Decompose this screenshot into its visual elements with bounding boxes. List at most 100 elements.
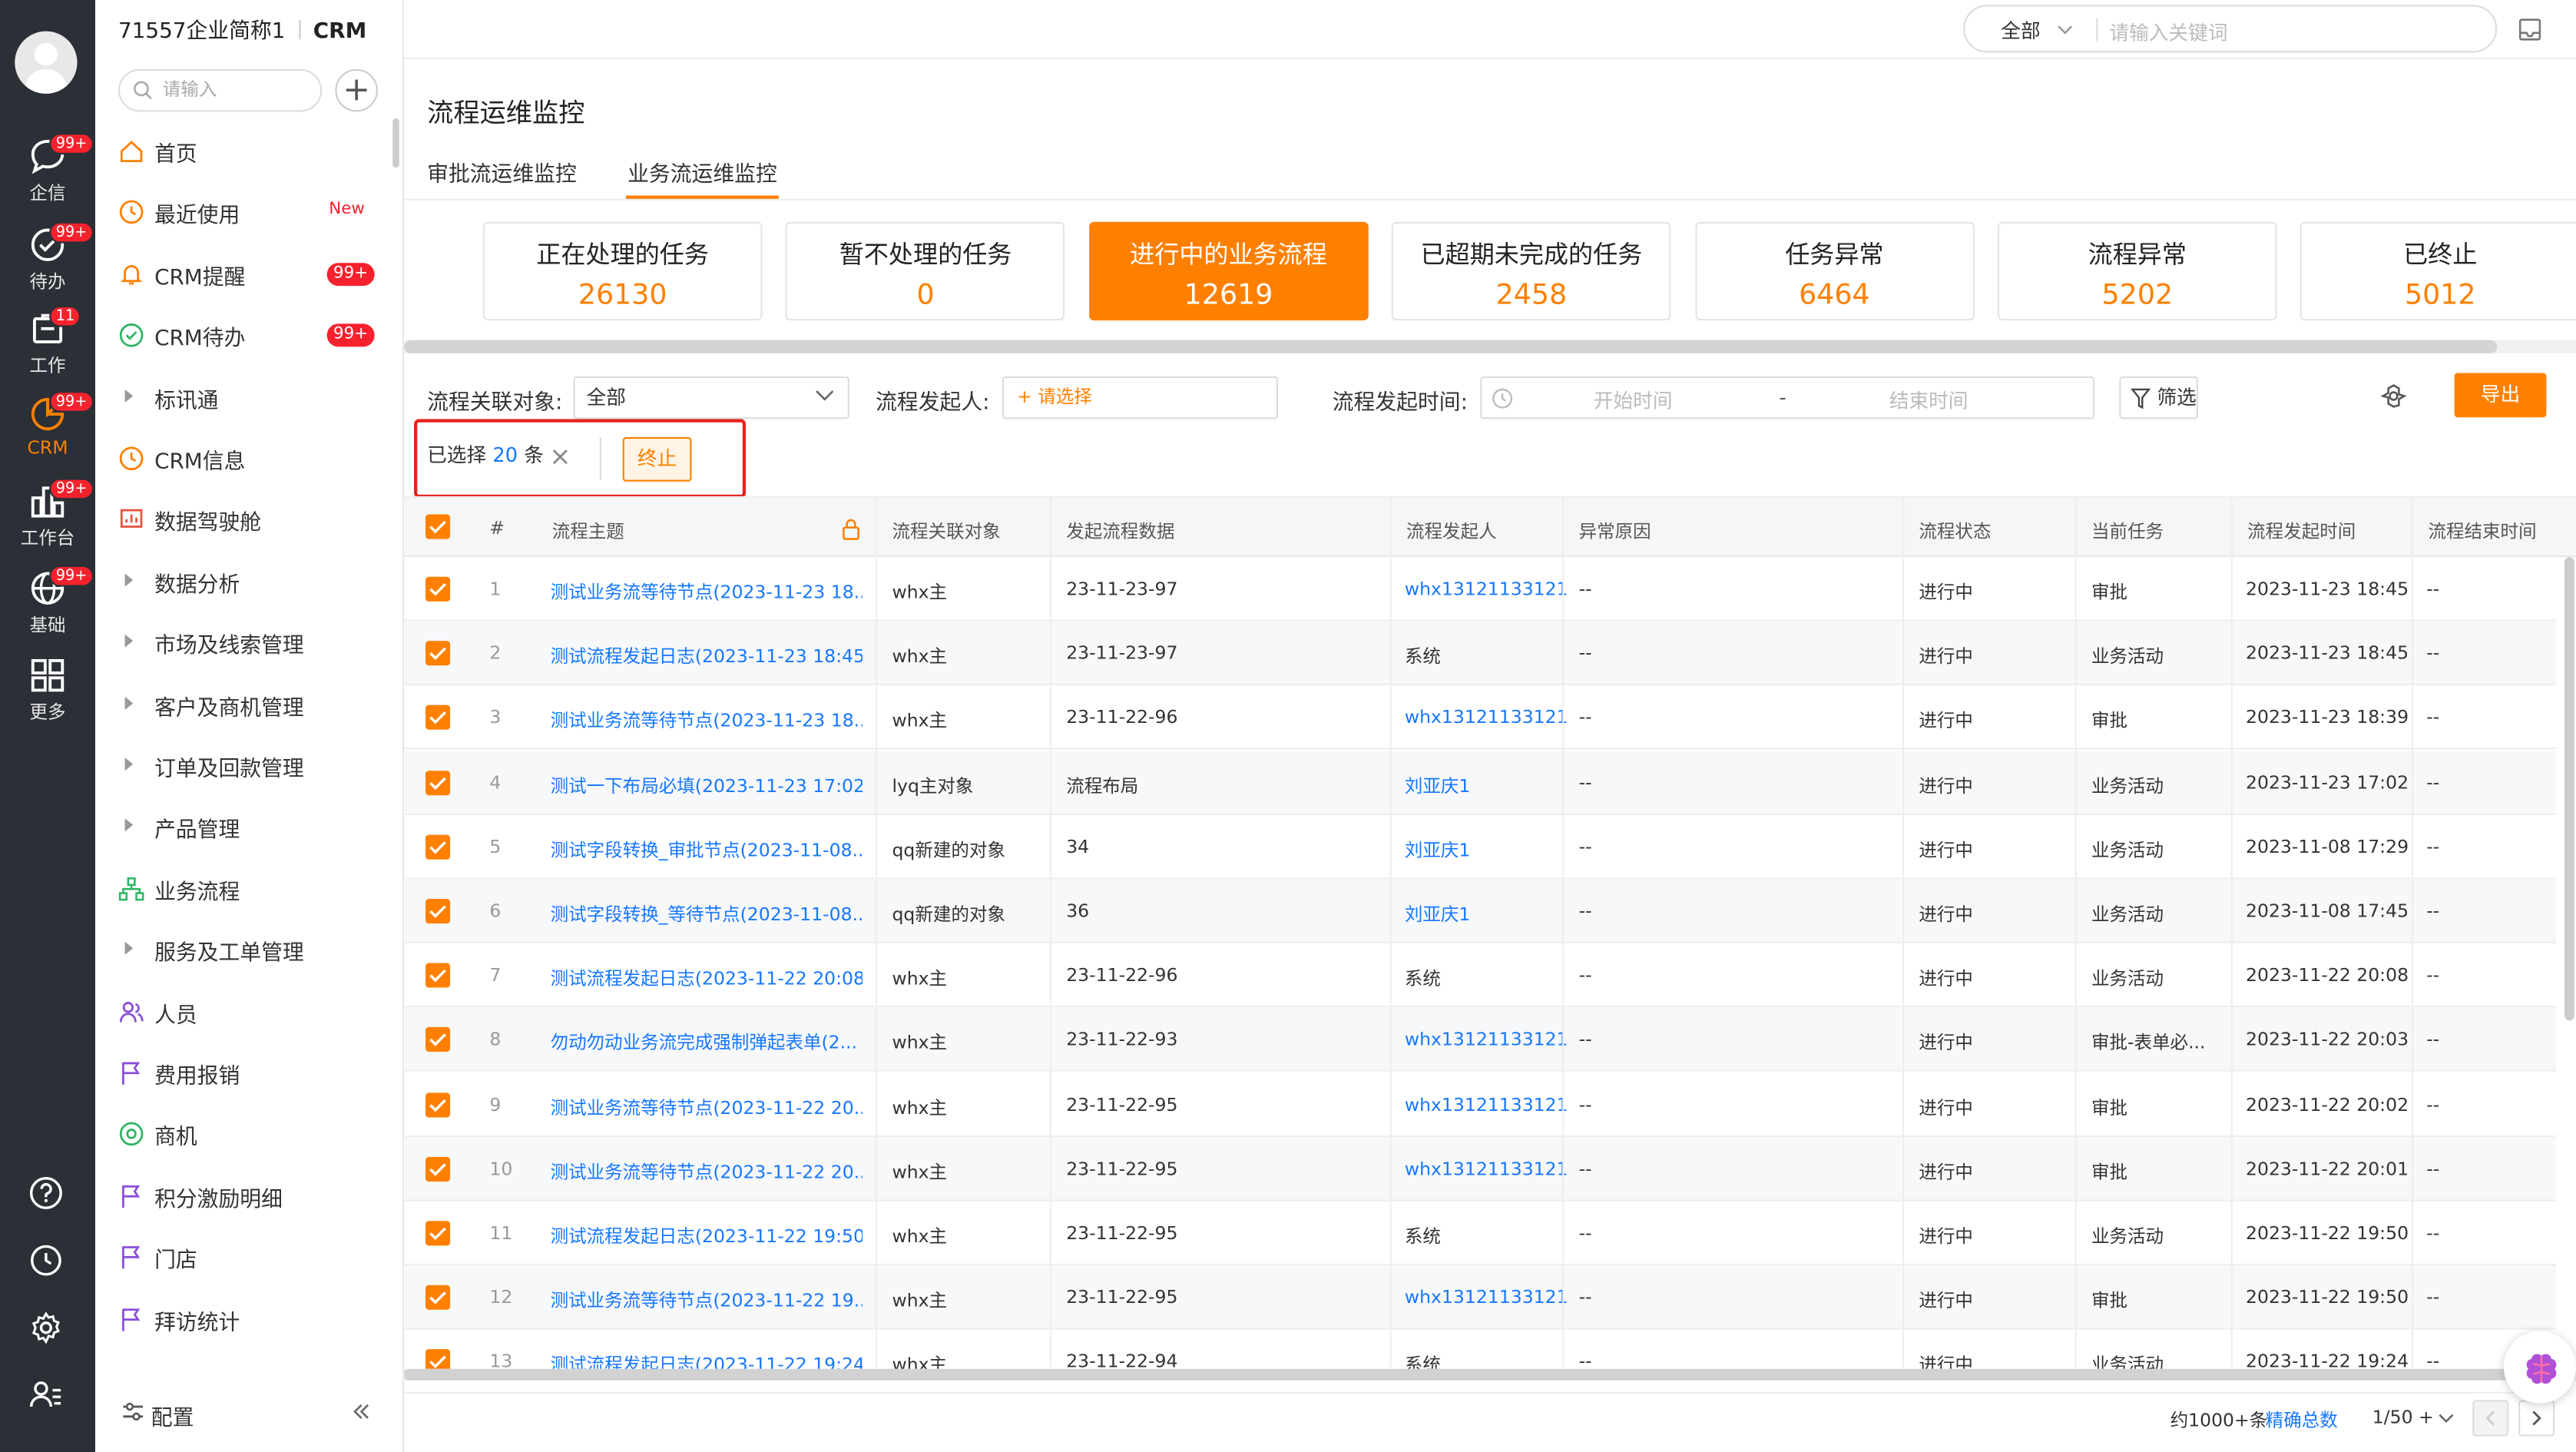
object-filter-select[interactable]: 全部 <box>573 376 849 419</box>
row-checkbox[interactable] <box>425 770 451 795</box>
col-task[interactable]: 当前任务 <box>2091 518 2164 544</box>
nav-item-11[interactable]: 产品管理 <box>95 797 401 857</box>
nav-item-13[interactable]: 服务及工单管理 <box>95 920 401 980</box>
nav-item-5[interactable]: CRM信息 <box>95 429 401 488</box>
stat-card-5[interactable]: 流程异常 5202 <box>1998 221 2277 321</box>
table-row[interactable]: 2 测试流程发起日志(2023-11-23 18:45) whx主 23-11-23-… <box>404 621 2557 686</box>
row-initiator[interactable]: whx13121133121 <box>1405 708 1568 729</box>
col-status[interactable]: 流程状态 <box>1919 518 1991 544</box>
inbox-icon[interactable] <box>2517 16 2543 42</box>
col-initiator[interactable]: 流程发起人 <box>1406 518 1497 544</box>
row-initiator[interactable]: whx13121133121 <box>1405 1094 1568 1116</box>
row-checkbox[interactable] <box>425 641 451 666</box>
next-page-button[interactable] <box>2518 1400 2555 1437</box>
row-subject[interactable]: 测试字段转换_审批节点(2023-11-08... <box>551 836 863 862</box>
col-object[interactable]: 流程关联对象 <box>892 518 1000 544</box>
table-row[interactable]: 3 测试业务流等待节点(2023-11-23 18... whx主 23-11-22-… <box>404 686 2557 751</box>
column-settings-icon[interactable] <box>2380 383 2410 413</box>
global-search[interactable]: 全部 请输入关键词 <box>1963 5 2498 53</box>
row-subject[interactable]: 测试流程发起日志(2023-11-23 18:45) <box>551 643 863 669</box>
row-initiator[interactable]: 刘亚庆1 <box>1405 771 1471 797</box>
row-subject[interactable]: 测试业务流等待节点(2023-11-23 18... <box>551 578 863 605</box>
rail-item-2[interactable]: 工作 11 <box>0 305 95 391</box>
row-initiator[interactable]: 刘亚庆1 <box>1405 836 1471 862</box>
add-button[interactable]: + <box>335 68 378 112</box>
row-checkbox[interactable] <box>425 1092 451 1117</box>
initiator-filter-input[interactable]: + 请选择 <box>1002 376 1279 419</box>
help-icon[interactable] <box>28 1175 67 1214</box>
rail-item-4[interactable]: 工作台 99+ <box>0 478 95 564</box>
start-date-placeholder[interactable]: 开始时间 <box>1594 386 1673 414</box>
stat-card-1[interactable]: 暂不处理的任务 0 <box>786 221 1065 321</box>
nav-item-17[interactable]: 积分激励明细 <box>95 1166 401 1225</box>
filter-button[interactable]: 筛选 <box>2119 376 2198 419</box>
history-icon[interactable] <box>28 1242 67 1281</box>
table-row[interactable]: 8 勿动勿动业务流完成强制弹起表单(2... whx主 23-11-22-93 whx1… <box>404 1008 2557 1072</box>
nav-item-3[interactable]: CRM待办 99+ <box>95 306 401 365</box>
row-subject[interactable]: 测试字段转换_等待节点(2023-11-08... <box>551 900 863 927</box>
prev-page-button[interactable] <box>2472 1400 2509 1437</box>
nav-item-10[interactable]: 订单及回款管理 <box>95 736 401 795</box>
select-all-checkbox[interactable] <box>425 514 451 539</box>
table-row[interactable]: 6 测试字段转换_等待节点(2023-11-08... qq新建的对象 36 刘亚庆1 -… <box>404 879 2557 943</box>
exact-count-link[interactable]: 精确总数 <box>2266 1407 2338 1433</box>
nav-item-7[interactable]: 数据分析 <box>95 552 401 611</box>
row-checkbox[interactable] <box>425 1156 451 1182</box>
row-checkbox[interactable] <box>425 1221 451 1246</box>
col-subject[interactable]: 流程主题 <box>552 518 624 544</box>
config-label[interactable]: 配置 <box>151 1400 194 1431</box>
row-subject[interactable]: 测试业务流等待节点(2023-11-23 18... <box>551 708 863 734</box>
row-checkbox[interactable] <box>425 1285 451 1311</box>
table-horizontal-scrollbar[interactable] <box>404 1368 2576 1381</box>
chevron-down-icon[interactable] <box>2438 1414 2454 1425</box>
row-checkbox[interactable] <box>425 576 451 602</box>
nav-item-2[interactable]: CRM提醒 99+ <box>95 244 401 303</box>
export-button[interactable]: 导出 <box>2454 373 2547 418</box>
row-subject[interactable]: 测试流程发起日志(2023-11-22 20:08) <box>551 965 863 991</box>
search-scope-select[interactable]: 全部 <box>2001 16 2040 44</box>
nav-item-12[interactable]: 业务流程 <box>95 859 401 918</box>
tab-approval-flow[interactable]: 审批流运维监控 <box>427 156 577 187</box>
row-checkbox[interactable] <box>425 899 451 924</box>
nav-item-19[interactable]: 拜访统计 <box>95 1289 401 1348</box>
settings-icon[interactable] <box>28 1310 67 1349</box>
rail-item-0[interactable]: 企信 99+ <box>0 133 95 219</box>
row-subject[interactable]: 测试流程发起日志(2023-11-22 19:50) <box>551 1222 863 1248</box>
table-row[interactable]: 11 测试流程发起日志(2023-11-22 19:50) whx主 23-11-22… <box>404 1202 2557 1266</box>
stat-card-4[interactable]: 任务异常 6464 <box>1694 221 1975 321</box>
col-start-time[interactable]: 流程发起时间 <box>2247 518 2356 544</box>
rail-item-5[interactable]: 基础 99+ <box>0 565 95 651</box>
row-checkbox[interactable] <box>425 705 451 731</box>
col-reason[interactable]: 异常原因 <box>1579 518 1651 544</box>
row-initiator[interactable]: whx13121133121 <box>1405 1287 1568 1308</box>
row-subject[interactable]: 测试一下布局必填(2023-11-23 17:02) <box>551 771 863 797</box>
row-checkbox[interactable] <box>425 834 451 860</box>
row-initiator[interactable]: whx13121133121 <box>1405 578 1568 600</box>
date-range-picker[interactable]: 开始时间 - 结束时间 <box>1480 376 2095 419</box>
row-initiator[interactable]: whx13121133121 <box>1405 1029 1568 1051</box>
row-checkbox[interactable] <box>425 1027 451 1053</box>
row-checkbox[interactable] <box>425 963 451 988</box>
col-end-time[interactable]: 流程结束时间 <box>2428 518 2536 544</box>
avatar[interactable] <box>15 31 78 94</box>
nav-item-6[interactable]: 数据驾驶舱 <box>95 490 401 549</box>
table-row[interactable]: 1 测试业务流等待节点(2023-11-23 18... whx主 23-11-23-… <box>404 557 2557 622</box>
table-row[interactable]: 5 测试字段转换_审批节点(2023-11-08... qq新建的对象 34 刘亚庆1 -… <box>404 815 2557 879</box>
stat-card-2[interactable]: 进行中的业务流程 12619 <box>1088 221 1369 321</box>
row-subject[interactable]: 测试业务流等待节点(2023-11-22 20... <box>551 1159 863 1185</box>
nav-item-9[interactable]: 客户及商机管理 <box>95 675 401 734</box>
table-row[interactable]: 7 测试流程发起日志(2023-11-22 20:08) whx主 23-11-22-… <box>404 943 2557 1008</box>
collapse-icon[interactable] <box>352 1402 372 1422</box>
stats-scrollbar[interactable] <box>404 340 2576 353</box>
rail-item-6[interactable]: 更多 <box>0 655 95 738</box>
stat-card-6[interactable]: 已终止 5012 <box>2300 221 2576 321</box>
rail-item-3[interactable]: CRM 99+ <box>0 391 95 476</box>
table-row[interactable]: 12 测试业务流等待节点(2023-11-22 19... whx主 23-11-22… <box>404 1265 2557 1330</box>
nav-item-0[interactable]: 首页 <box>95 121 401 181</box>
stat-card-3[interactable]: 已超期未完成的任务 2458 <box>1392 221 1671 321</box>
end-date-placeholder[interactable]: 结束时间 <box>1889 386 1968 414</box>
row-subject[interactable]: 测试业务流等待节点(2023-11-22 20... <box>551 1094 863 1120</box>
nav-search-input[interactable]: 请输入 <box>118 68 323 112</box>
tab-business-flow[interactable]: 业务流运维监控 <box>627 156 777 187</box>
row-subject[interactable]: 勿动勿动业务流完成强制弹起表单(2... <box>551 1029 858 1056</box>
